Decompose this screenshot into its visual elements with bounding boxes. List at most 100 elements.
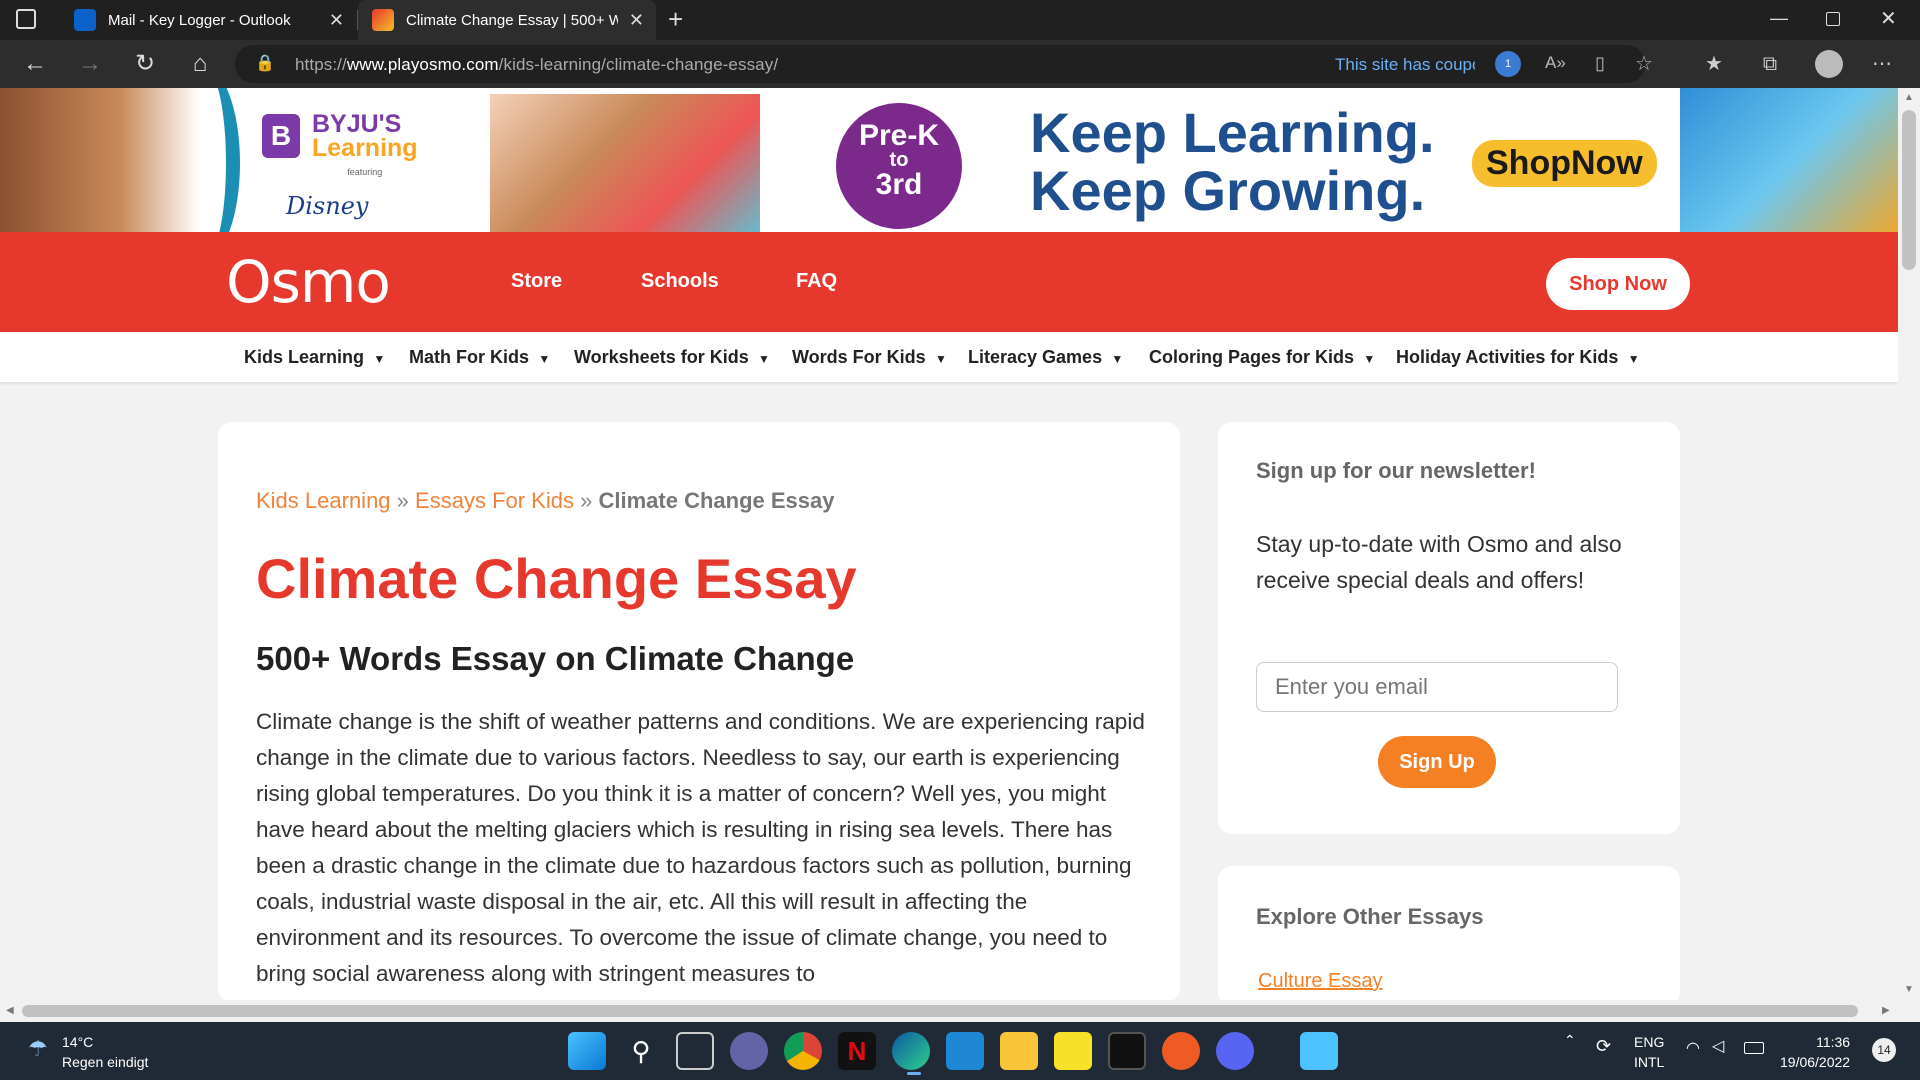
wifi-icon[interactable]: ◠: [1686, 1038, 1700, 1058]
restore-icon[interactable]: [1826, 12, 1840, 26]
scroll-up-icon[interactable]: ▲: [1904, 92, 1914, 103]
disney-logo: Disney: [286, 192, 369, 220]
explore-title: Explore Other Essays: [1256, 904, 1484, 929]
netflix-icon[interactable]: N: [838, 1032, 876, 1070]
tab-title: Mail - Key Logger - Outlook: [108, 11, 291, 29]
new-tab-icon[interactable]: +: [668, 4, 683, 35]
edge-icon[interactable]: [892, 1032, 930, 1070]
banner-curve-left: [170, 88, 240, 232]
collections-icon[interactable]: ⧉: [1756, 50, 1784, 78]
tab-climate-essay[interactable]: Climate Change Essay | 500+ Wo ✕: [358, 0, 656, 40]
horizontal-scroll-thumb[interactable]: [22, 1005, 1858, 1017]
browser-toolbar: ← → ↻ ⌂ 🔒 https://www.playosmo.com/kids-…: [0, 40, 1920, 88]
subnav-holiday-activities[interactable]: Holiday Activities for Kids: [1396, 347, 1640, 368]
read-aloud-icon[interactable]: A»: [1545, 53, 1566, 73]
category-nav: Kids Learning Math For Kids Worksheets f…: [0, 332, 1898, 382]
nav-store[interactable]: Store: [511, 270, 562, 293]
shop-now-button[interactable]: Shop Now: [1546, 258, 1690, 310]
breadcrumb-essays-for-kids[interactable]: Essays For Kids: [415, 488, 574, 513]
postman-icon[interactable]: [1162, 1032, 1200, 1070]
article-body: Climate change is the shift of weather p…: [256, 709, 1145, 986]
email-field[interactable]: [1256, 662, 1618, 712]
tab-actions-icon[interactable]: [16, 9, 36, 29]
profile-avatar[interactable]: [1815, 50, 1843, 78]
breadcrumb: Kids Learning » Essays For Kids » Climat…: [256, 488, 835, 513]
forward-icon[interactable]: →: [75, 49, 105, 79]
outlook-icon: [74, 9, 96, 31]
osmo-logo[interactable]: Osmo: [226, 248, 391, 316]
close-window-icon[interactable]: ✕: [1880, 6, 1897, 31]
scroll-down-icon[interactable]: ▼: [1904, 984, 1914, 995]
refresh-icon[interactable]: ↻: [130, 49, 160, 79]
notepad-icon[interactable]: [1300, 1032, 1338, 1070]
banner-shop-now-button[interactable]: ShopNow: [1472, 140, 1657, 187]
teams-chat-icon[interactable]: [730, 1032, 768, 1070]
nav-schools[interactable]: Schools: [641, 270, 719, 293]
immersive-reader-icon[interactable]: ▯: [1595, 53, 1605, 74]
tab-title: Climate Change Essay | 500+ Wo: [406, 11, 618, 29]
volume-icon[interactable]: ◁: [1712, 1036, 1724, 1056]
coupon-icon[interactable]: 1: [1495, 51, 1521, 77]
close-icon[interactable]: ✕: [629, 10, 644, 31]
scroll-left-icon[interactable]: ◀: [6, 1005, 14, 1016]
tab-outlook[interactable]: Mail - Key Logger - Outlook ✕: [60, 0, 356, 40]
osmo-favicon-icon: [372, 9, 394, 31]
rain-icon[interactable]: ☂: [28, 1036, 48, 1062]
clock[interactable]: 11:36 19/06/2022: [1780, 1032, 1850, 1072]
breadcrumb-current: Climate Change Essay: [598, 488, 835, 513]
subnav-coloring-pages[interactable]: Coloring Pages for Kids: [1149, 347, 1375, 368]
discord-icon[interactable]: [1216, 1032, 1254, 1070]
lock-icon[interactable]: 🔒: [255, 53, 275, 73]
newsletter-text: Stay up-to-date with Osmo and also recei…: [1256, 531, 1622, 593]
ad-banner[interactable]: B BYJU'S Learning featuring Disney Pre-K …: [0, 88, 1898, 232]
search-icon[interactable]: ⚲: [622, 1032, 660, 1070]
horizontal-scrollbar[interactable]: ◀ ▶: [0, 1000, 1898, 1022]
home-icon[interactable]: ⌂: [185, 49, 215, 79]
battery-icon[interactable]: [1744, 1042, 1764, 1054]
start-icon[interactable]: [568, 1032, 606, 1070]
file-explorer-icon[interactable]: [1000, 1032, 1038, 1070]
vscode-icon[interactable]: [946, 1032, 984, 1070]
sign-up-button[interactable]: Sign Up: [1378, 736, 1496, 788]
scroll-right-icon[interactable]: ▶: [1882, 1005, 1890, 1016]
banner-tagline: Keep Learning. Keep Growing.: [1030, 101, 1435, 222]
favorite-add-icon[interactable]: ☆: [1635, 51, 1653, 76]
browser-tab-bar: Mail - Key Logger - Outlook ✕ Climate Ch…: [0, 0, 1920, 40]
task-view-icon[interactable]: [676, 1032, 714, 1070]
minimize-icon[interactable]: —: [1770, 8, 1788, 29]
girl-with-tablet-image: [490, 94, 760, 232]
article-card: Kids Learning » Essays For Kids » Climat…: [218, 422, 1180, 1002]
subnav-literacy-games[interactable]: Literacy Games: [968, 347, 1123, 368]
url-text: https://www.playosmo.com/kids-learning/c…: [295, 55, 779, 74]
subnav-words-for-kids[interactable]: Words For Kids: [792, 347, 947, 368]
close-icon[interactable]: ✕: [329, 10, 344, 31]
nav-faq[interactable]: FAQ: [796, 270, 837, 293]
dory-image: [1680, 88, 1898, 232]
favorites-icon[interactable]: ★: [1700, 50, 1728, 78]
newsletter-card: Sign up for our newsletter! Stay up-to-d…: [1218, 422, 1680, 834]
grade-badge: Pre-K to 3rd: [836, 103, 962, 229]
address-bar[interactable]: 🔒 https://www.playosmo.com/kids-learning…: [235, 45, 1653, 83]
terminal-icon[interactable]: [1108, 1032, 1146, 1070]
more-icon[interactable]: ⋯: [1868, 50, 1896, 78]
system-tray-chevron-icon[interactable]: ⌃: [1564, 1032, 1576, 1049]
weather-widget[interactable]: 14°C Regen eindigt: [62, 1032, 148, 1072]
site-header: Osmo Store Schools FAQ Shop Now: [0, 232, 1898, 332]
vertical-scroll-thumb[interactable]: [1902, 110, 1916, 270]
notification-badge[interactable]: 14: [1872, 1038, 1896, 1062]
sticky-notes-icon[interactable]: [1054, 1032, 1092, 1070]
byjus-brand: BYJU'S Learning featuring: [312, 110, 418, 178]
subnav-math-for-kids[interactable]: Math For Kids: [409, 347, 550, 368]
back-icon[interactable]: ←: [20, 49, 50, 79]
language-indicator[interactable]: ENG INTL: [1634, 1032, 1664, 1072]
coupon-notice[interactable]: This site has coupc: [1335, 55, 1475, 75]
culture-essay-link[interactable]: Culture Essay: [1258, 970, 1383, 993]
chrome-icon[interactable]: [784, 1032, 822, 1070]
subnav-worksheets[interactable]: Worksheets for Kids: [574, 347, 770, 368]
breadcrumb-kids-learning[interactable]: Kids Learning: [256, 488, 391, 513]
byjus-logo-icon: B: [262, 114, 300, 158]
explore-essays-card: Explore Other Essays Culture Essay: [1218, 866, 1680, 1006]
vertical-scrollbar[interactable]: ▲ ▼: [1898, 88, 1920, 1000]
subnav-kids-learning[interactable]: Kids Learning: [244, 347, 385, 368]
sync-icon[interactable]: ⟳: [1596, 1036, 1611, 1057]
